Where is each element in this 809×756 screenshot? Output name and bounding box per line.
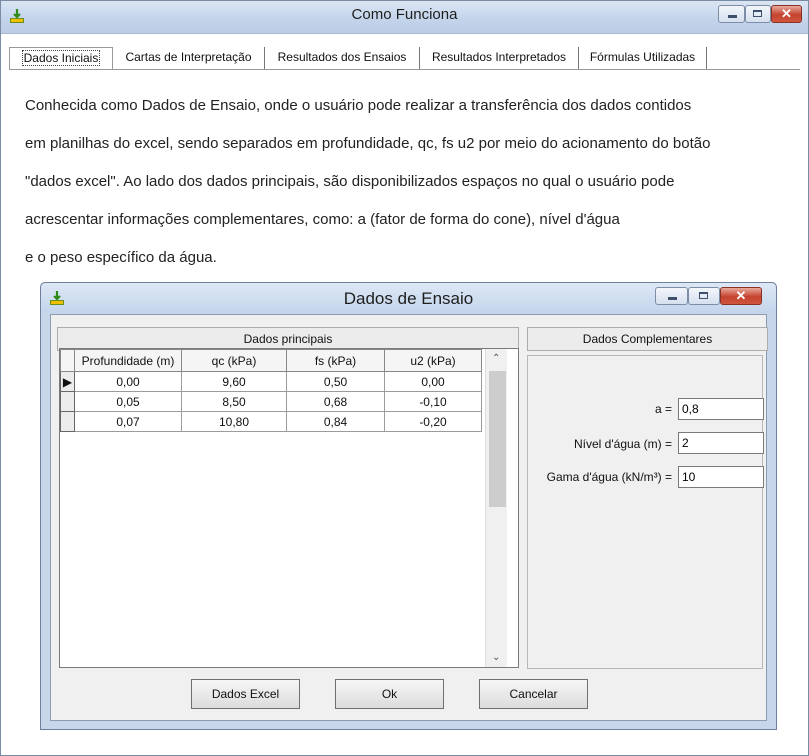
scroll-up-icon[interactable]: ⌃: [492, 353, 500, 364]
row-selector[interactable]: [60, 411, 75, 432]
table-cell[interactable]: 9,60: [181, 371, 287, 392]
row-selector[interactable]: [60, 391, 75, 412]
row-selector[interactable]: ▶: [60, 371, 75, 392]
description-line: e o peso específico da água.: [25, 249, 217, 266]
complementary-panel: a = Nível d'água (m) = Gama d'água (kN/m…: [527, 355, 764, 669]
description-line: acrescentar informações complementares, …: [25, 211, 620, 228]
row-pointer-icon: ▶: [62, 374, 73, 389]
description-line: Conhecida como Dados de Ensaio, onde o u…: [25, 97, 692, 114]
column-header[interactable]: fs (kPa): [286, 349, 385, 372]
table-cell[interactable]: 0,00: [74, 371, 182, 392]
column-header[interactable]: u2 (kPa): [384, 349, 482, 372]
main-window: Como Funciona ✕ Dados Iniciais Cartas de…: [0, 0, 809, 756]
tab-label: Fórmulas Utilizadas: [589, 50, 696, 64]
table-cell[interactable]: 0,00: [384, 371, 482, 392]
dialog-maximize-button[interactable]: [688, 287, 720, 305]
table-row[interactable]: 0,07 10,80 0,84 -0,20: [60, 411, 482, 432]
dialog-titlebar[interactable]: Dados de Ensaio ✕: [41, 283, 776, 313]
nivel-agua-input[interactable]: [678, 432, 764, 454]
dialog-close-button[interactable]: ✕: [720, 287, 762, 305]
scroll-down-icon[interactable]: ⌄: [492, 652, 500, 663]
ok-button[interactable]: Ok: [335, 679, 444, 709]
table-cell[interactable]: 0,68: [286, 391, 385, 412]
minimize-button[interactable]: [718, 5, 745, 23]
description-line: em planilhas do excel, sendo separados e…: [25, 135, 711, 152]
table-cell[interactable]: 0,07: [74, 411, 182, 432]
table-cell[interactable]: 8,50: [181, 391, 287, 412]
table-cell[interactable]: 10,80: [181, 411, 287, 432]
gama-agua-label: Gama d'água (kN/m³) =: [546, 470, 672, 484]
cancel-button[interactable]: Cancelar: [479, 679, 588, 709]
minimize-icon: [727, 15, 737, 18]
gama-agua-input[interactable]: [678, 466, 764, 488]
column-header[interactable]: Profundidade (m): [74, 349, 182, 372]
window-title: Como Funciona: [351, 6, 458, 23]
table-cell[interactable]: 0,50: [286, 371, 385, 392]
table-cell[interactable]: 0,84: [286, 411, 385, 432]
tab-cartas[interactable]: Cartas de Interpretação: [113, 47, 265, 69]
header-row: Profundidade (m) qc (kPa) fs (kPa) u2 (k…: [60, 349, 482, 372]
tab-label: Cartas de Interpretação: [125, 50, 252, 64]
window-titlebar[interactable]: Como Funciona ✕: [1, 1, 808, 34]
dados-ensaio-dialog: Dados de Ensaio ✕ Dados principais Dados…: [40, 282, 777, 730]
description-line: "dados excel". Ao lado dos dados princip…: [25, 173, 675, 190]
tab-resultados-interpretados[interactable]: Resultados Interpretados: [420, 47, 579, 69]
close-icon: ✕: [735, 288, 747, 303]
tab-label: Dados Iniciais: [21, 50, 101, 66]
table-cell[interactable]: -0,10: [384, 391, 482, 412]
tab-formulas[interactable]: Fórmulas Utilizadas: [579, 47, 707, 69]
table-cell[interactable]: -0,20: [384, 411, 482, 432]
maximize-icon: [699, 292, 708, 299]
vertical-scrollbar[interactable]: ⌃ ⌄: [485, 349, 507, 667]
dialog-minimize-button[interactable]: [655, 287, 688, 305]
tab-dados-iniciais[interactable]: Dados Iniciais: [9, 47, 113, 69]
table-cell[interactable]: 0,05: [74, 391, 182, 412]
complementary-group-header[interactable]: Dados Complementares: [527, 327, 768, 351]
data-grid[interactable]: Profundidade (m) qc (kPa) fs (kPa) u2 (k…: [59, 348, 519, 668]
tab-divider: [9, 69, 800, 70]
a-input[interactable]: [678, 398, 764, 420]
row-header-corner: [60, 349, 75, 372]
scrollbar-thumb[interactable]: [489, 371, 506, 507]
data-table: Profundidade (m) qc (kPa) fs (kPa) u2 (k…: [60, 349, 482, 432]
table-row[interactable]: 0,05 8,50 0,68 -0,10: [60, 391, 482, 412]
close-button[interactable]: ✕: [771, 5, 802, 23]
table-row[interactable]: ▶ 0,00 9,60 0,50 0,00: [60, 371, 482, 392]
a-label: a =: [654, 402, 672, 416]
tab-label: Resultados dos Ensaios: [277, 50, 407, 64]
minimize-icon: [667, 297, 677, 300]
column-header[interactable]: qc (kPa): [181, 349, 287, 372]
dados-excel-button[interactable]: Dados Excel: [191, 679, 300, 709]
dialog-body: Dados principais Dados Complementares Pr…: [50, 314, 768, 721]
maximize-icon: [753, 10, 762, 17]
maximize-button[interactable]: [745, 5, 771, 23]
tab-label: Resultados Interpretados: [431, 50, 567, 64]
tab-resultados-ensaios[interactable]: Resultados dos Ensaios: [265, 47, 420, 69]
nivel-agua-label: Nível d'água (m) =: [574, 437, 672, 451]
close-icon: ✕: [781, 6, 792, 21]
